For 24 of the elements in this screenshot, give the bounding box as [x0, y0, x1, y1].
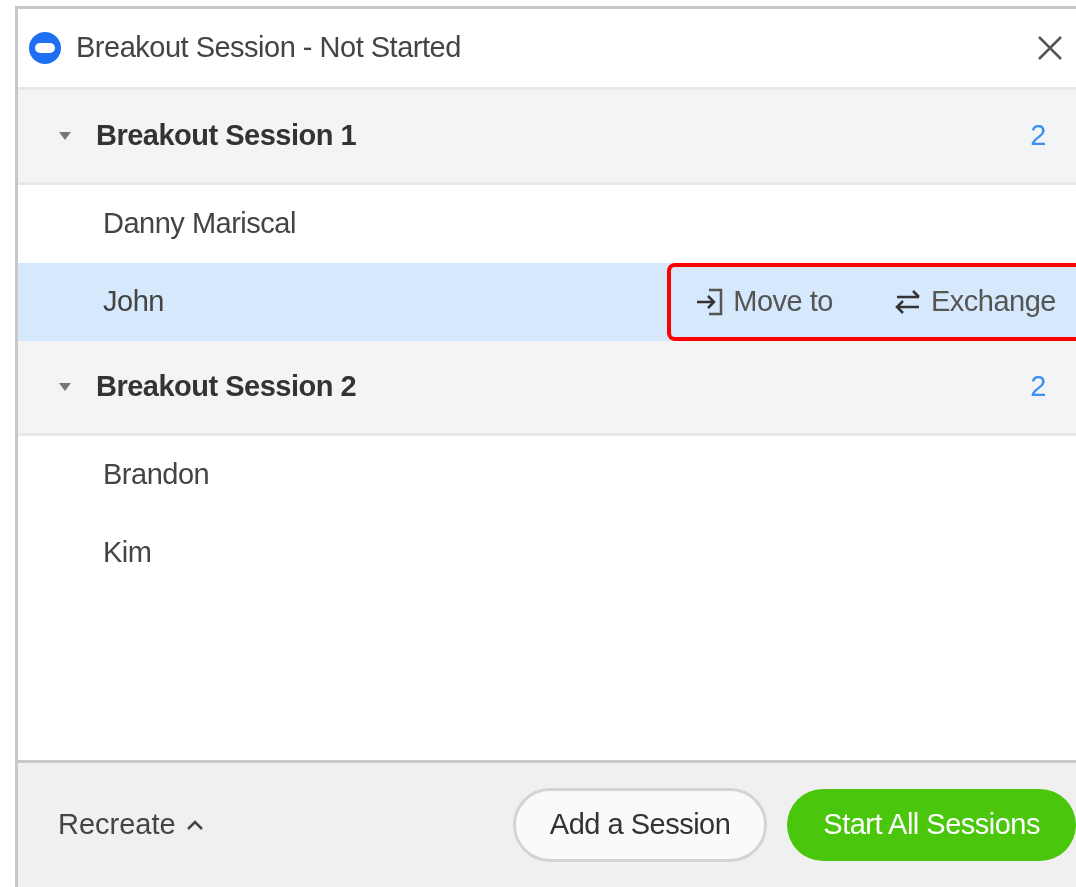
- participant-name: Brandon: [103, 457, 210, 493]
- participant-row[interactable]: Danny Mariscal: [18, 185, 1076, 263]
- participant-name: Kim: [103, 535, 152, 571]
- participant-name: Danny Mariscal: [103, 206, 296, 242]
- session-header[interactable]: Breakout Session 2 2: [18, 341, 1076, 436]
- participant-row[interactable]: John Move to Exchange: [18, 263, 1076, 341]
- caret-icon[interactable]: [58, 382, 72, 392]
- exchange-button[interactable]: Exchange: [893, 280, 1056, 324]
- participant-row[interactable]: Brandon: [18, 436, 1076, 514]
- session-header[interactable]: Breakout Session 1 2: [18, 90, 1076, 185]
- caret-icon[interactable]: [58, 131, 72, 141]
- participant-name: John: [103, 284, 164, 320]
- app-logo-icon: [28, 31, 62, 65]
- close-button[interactable]: [1036, 34, 1064, 62]
- window-title: Breakout Session - Not Started: [76, 30, 461, 66]
- recreate-menu[interactable]: Recreate: [58, 803, 204, 847]
- participant-row[interactable]: Kim: [18, 514, 1076, 592]
- session-name: Breakout Session 1: [96, 118, 357, 154]
- chevron-up-icon: [185, 819, 204, 831]
- participant-count: 2: [1030, 118, 1046, 154]
- participant-count: 2: [1030, 369, 1046, 405]
- move-to-button[interactable]: Move to: [695, 280, 833, 324]
- session-name: Breakout Session 2: [96, 369, 357, 405]
- add-session-button[interactable]: Add a Session: [512, 788, 768, 862]
